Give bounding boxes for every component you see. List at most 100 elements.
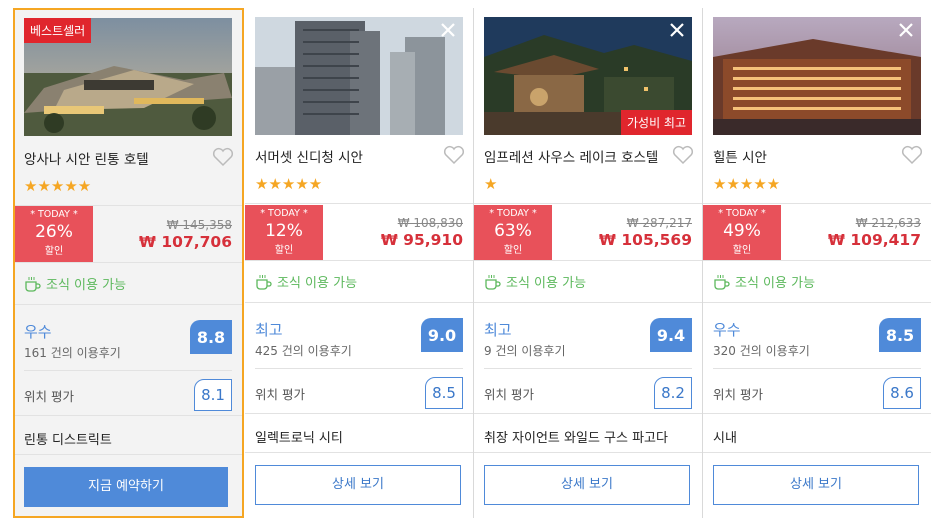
star-rating: ★★★★★ <box>24 177 92 195</box>
divider <box>245 302 473 303</box>
coffee-cup-icon <box>484 274 502 290</box>
review-count[interactable]: 161 건의 이용후기 <box>24 344 121 361</box>
discount-percent: 63% <box>494 221 532 241</box>
coffee-cup-icon <box>255 274 273 290</box>
star-rating: ★★★★★ <box>255 175 323 193</box>
divider <box>703 203 931 204</box>
divider <box>703 302 931 303</box>
district-name: 린통 디스트릭트 <box>24 433 112 448</box>
divider <box>255 368 463 369</box>
discount-label: 할인 <box>274 245 294 256</box>
close-icon[interactable] <box>668 21 686 39</box>
breakfast-label: 조식 이용 가능 <box>46 278 127 293</box>
best-value-badge: 가성비 최고 <box>620 110 692 135</box>
divider <box>474 413 702 414</box>
heart-icon[interactable] <box>672 145 694 165</box>
original-price: ₩ 212,633 <box>855 216 921 230</box>
hotel-name[interactable]: 힐튼 시안 <box>713 146 767 166</box>
details-button[interactable]: 상세 보기 <box>255 465 461 505</box>
divider <box>245 203 473 204</box>
hotel-photo[interactable] <box>255 17 463 135</box>
book-now-button[interactable]: 지금 예약하기 <box>24 467 228 507</box>
location-rating-label: 위치 평가 <box>255 387 305 402</box>
sale-price: ₩ 107,706 <box>138 233 232 251</box>
discount-badge: * TODAY * 12% 할인 <box>245 205 323 261</box>
location-score-badge: 8.1 <box>194 379 232 411</box>
discount-label: 할인 <box>44 246 64 257</box>
divider <box>245 452 473 453</box>
discount-percent: 49% <box>723 221 761 241</box>
review-score-badge: 9.0 <box>421 318 463 352</box>
lit-hotel-night-photo <box>713 17 921 135</box>
heart-icon[interactable] <box>901 145 923 165</box>
location-score-badge: 8.5 <box>425 377 463 409</box>
city-towers-photo <box>255 17 463 135</box>
divider <box>713 368 921 369</box>
hotel-card[interactable]: 서머셋 신디청 시안 ★★★★★ * TODAY * 12% 할인 ₩ 108,… <box>245 8 474 518</box>
breakfast-label: 조식 이용 가능 <box>506 276 587 291</box>
district-name: 일렉트로닉 시티 <box>255 431 343 446</box>
review-count[interactable]: 425 건의 이용후기 <box>255 342 352 359</box>
breakfast-info: 조식 이용 가능 <box>484 272 586 291</box>
divider <box>474 203 702 204</box>
divider <box>474 260 702 261</box>
rating-word: 우수 <box>24 323 52 341</box>
discount-percent: 12% <box>265 221 303 241</box>
today-label: * TODAY * <box>260 208 308 219</box>
close-icon[interactable] <box>439 21 457 39</box>
breakfast-info: 조식 이용 가능 <box>255 272 357 291</box>
divider <box>245 260 473 261</box>
original-price: ₩ 287,217 <box>626 216 692 230</box>
hotel-name[interactable]: 임프레션 사우스 레이크 호스텔 <box>484 146 658 166</box>
hotel-name[interactable]: 서머셋 신디청 시안 <box>255 146 363 166</box>
original-price: ₩ 108,830 <box>397 216 463 230</box>
hotel-photo[interactable]: 가성비 최고 <box>484 17 692 135</box>
rating-word: 우수 <box>713 321 741 339</box>
heart-icon[interactable] <box>443 145 465 165</box>
location-score-badge: 8.6 <box>883 377 921 409</box>
bestseller-badge: 베스트셀러 <box>24 18 92 43</box>
sale-price: ₩ 109,417 <box>827 231 921 249</box>
sale-price: ₩ 95,910 <box>380 231 463 249</box>
location-rating-label: 위치 평가 <box>24 389 74 404</box>
review-count[interactable]: 320 건의 이용후기 <box>713 342 810 359</box>
divider <box>245 413 473 414</box>
close-icon[interactable] <box>897 21 915 39</box>
breakfast-label: 조식 이용 가능 <box>277 276 358 291</box>
discount-badge: * TODAY * 63% 할인 <box>474 205 552 261</box>
location-score-badge: 8.2 <box>654 377 692 409</box>
divider <box>703 260 931 261</box>
rating-word: 최고 <box>255 321 283 339</box>
hotel-photo[interactable]: 베스트셀러 <box>24 18 232 136</box>
today-label: * TODAY * <box>489 208 537 219</box>
review-score-badge: 8.5 <box>879 318 921 352</box>
discount-label: 할인 <box>503 245 523 256</box>
discount-percent: 26% <box>35 222 73 242</box>
hotel-card[interactable]: 힐튼 시안 ★★★★★ * TODAY * 49% 할인 ₩ 212,633 ₩… <box>703 8 931 518</box>
district-name: 시내 <box>713 431 737 446</box>
location-rating-label: 위치 평가 <box>713 387 763 402</box>
discount-badge: * TODAY * 49% 할인 <box>703 205 781 261</box>
today-label: * TODAY * <box>30 209 78 220</box>
hotel-photo[interactable] <box>713 17 921 135</box>
heart-icon[interactable] <box>212 147 234 167</box>
details-button[interactable]: 상세 보기 <box>484 465 690 505</box>
divider <box>703 452 931 453</box>
breakfast-info: 조식 이용 가능 <box>713 272 815 291</box>
star-rating: ★★★★★ <box>713 175 781 193</box>
review-score-badge: 9.4 <box>650 318 692 352</box>
divider <box>15 415 242 416</box>
review-count[interactable]: 9 건의 이용후기 <box>484 342 566 359</box>
hotel-card[interactable]: 가성비 최고 임프레션 사우스 레이크 호스텔 ★ * TODAY * 63% … <box>474 8 703 518</box>
divider <box>15 454 242 455</box>
divider <box>24 370 232 371</box>
divider <box>484 368 692 369</box>
district-name: 취장 자이언트 와일드 구스 파고다 <box>484 431 668 446</box>
hotel-card[interactable]: 베스트셀러 앙사나 시안 린통 호텔 ★★★★★ * TODAY * 26% 할… <box>13 8 244 518</box>
details-button[interactable]: 상세 보기 <box>713 465 919 505</box>
hotel-card-row: 베스트셀러 앙사나 시안 린통 호텔 ★★★★★ * TODAY * 26% 할… <box>0 0 937 526</box>
original-price: ₩ 145,358 <box>166 218 232 232</box>
today-label: * TODAY * <box>718 208 766 219</box>
divider <box>15 304 242 305</box>
hotel-name[interactable]: 앙사나 시안 린통 호텔 <box>24 148 149 168</box>
